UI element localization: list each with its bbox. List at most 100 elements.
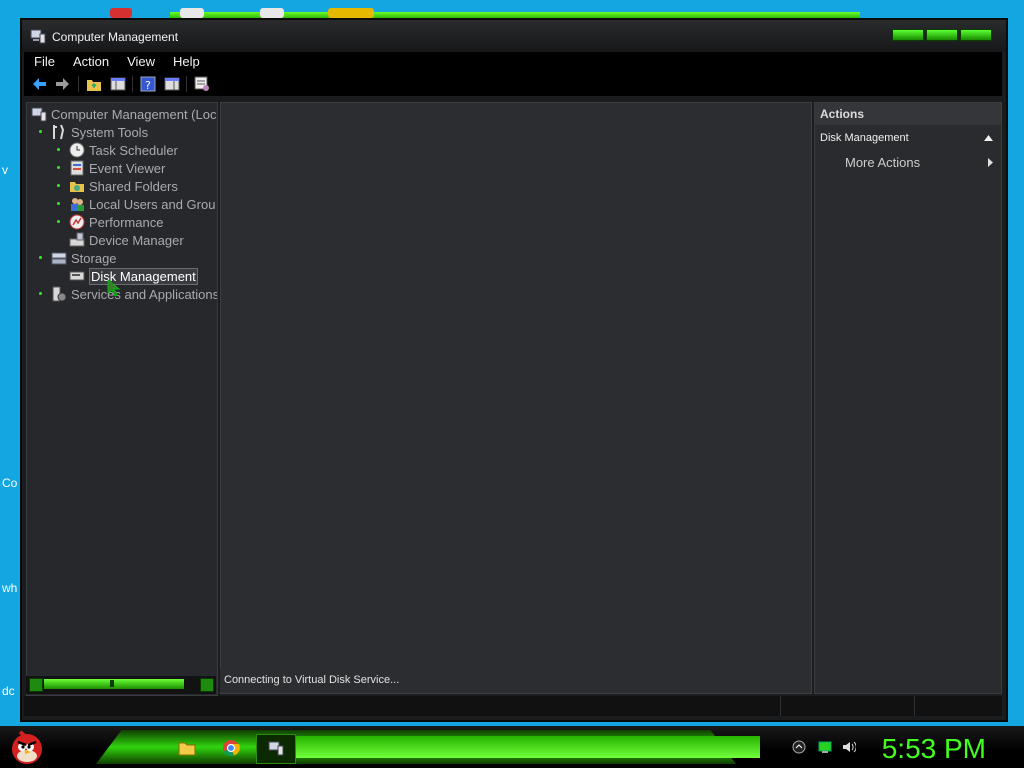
chevron-right-icon[interactable] xyxy=(988,158,993,167)
file-explorer-icon[interactable] xyxy=(178,740,196,756)
mouse-cursor-icon xyxy=(107,279,121,297)
svg-text:?: ? xyxy=(145,79,151,92)
tree-label: Computer Management (Loc xyxy=(51,106,217,122)
menu-help[interactable]: Help xyxy=(163,52,208,72)
expand-bullet[interactable] xyxy=(39,256,42,259)
title-bar[interactable]: Computer Management xyxy=(22,20,1006,52)
tree-label: Device Manager xyxy=(89,232,184,248)
expand-bullet[interactable] xyxy=(57,166,60,169)
properties-icon[interactable] xyxy=(194,76,210,92)
status-text: Connecting to Virtual Disk Service... xyxy=(224,674,400,686)
scroll-left-button[interactable] xyxy=(29,678,43,692)
menu-view[interactable]: View xyxy=(117,52,163,72)
console-tree-pane[interactable]: Computer Management (Loc System Tools Ta… xyxy=(26,102,218,696)
shared-folder-icon xyxy=(70,182,84,192)
expand-bullet[interactable] xyxy=(57,148,60,151)
desktop-label-fragment: dc xyxy=(2,684,15,698)
computer-management-icon xyxy=(31,107,47,122)
tree-item-services-and-applications[interactable]: Services and Applications xyxy=(51,285,218,303)
actions-header: Actions xyxy=(815,103,1001,125)
expand-bullet[interactable] xyxy=(57,202,60,205)
tree-label: Services and Applications xyxy=(71,286,218,302)
event-viewer-icon xyxy=(70,160,84,176)
scroll-track[interactable] xyxy=(44,679,184,689)
back-arrow-icon[interactable] xyxy=(32,76,48,92)
tree-item-shared-folders[interactable]: Shared Folders xyxy=(69,177,178,195)
menu-bar: File Action View Help xyxy=(24,52,1002,72)
disk-management-content-pane[interactable] xyxy=(220,102,812,694)
tree-item-device-manager[interactable]: Device Manager xyxy=(69,231,184,249)
tree-label: Shared Folders xyxy=(89,178,178,194)
toolbar: ? xyxy=(24,72,1002,96)
maximize-button[interactable] xyxy=(926,29,958,41)
tree-label: Task Scheduler xyxy=(89,142,178,158)
device-manager-icon xyxy=(69,232,85,247)
up-folder-icon[interactable] xyxy=(86,76,102,92)
taskbar-green-highlight xyxy=(290,736,760,758)
window-status-bar xyxy=(24,696,1002,716)
tree-label: System Tools xyxy=(71,124,149,140)
desktop-top-strip xyxy=(0,0,1024,20)
menu-file[interactable]: File xyxy=(24,52,63,72)
volume-icon[interactable] xyxy=(842,740,856,754)
expand-bullet[interactable] xyxy=(57,220,60,223)
actions-pane: Actions Disk Management More Actions xyxy=(814,102,1002,694)
tree-label: Local Users and Grou xyxy=(89,196,216,212)
toolbar-separator xyxy=(186,76,187,92)
computer-management-icon xyxy=(30,29,46,44)
forward-arrow-icon[interactable] xyxy=(54,76,70,92)
desktop-icon-white-2[interactable] xyxy=(260,8,284,18)
tree-item-system-tools[interactable]: System Tools xyxy=(51,123,148,141)
tree-item-disk-management[interactable]: Disk Management xyxy=(69,267,198,285)
tree-label: Event Viewer xyxy=(89,160,166,176)
desktop-label-fragment: wh xyxy=(2,581,18,595)
network-icon[interactable] xyxy=(818,740,832,754)
performance-icon xyxy=(69,214,85,230)
tree-item-event-viewer[interactable]: Event Viewer xyxy=(69,159,165,177)
users-icon xyxy=(71,198,84,211)
scroll-right-button[interactable] xyxy=(200,678,214,692)
tree-item-storage[interactable]: Storage xyxy=(51,249,117,267)
tree-item-local-users[interactable]: Local Users and Grou xyxy=(69,195,215,213)
window-controls xyxy=(892,29,992,41)
desktop-icon-yellow[interactable] xyxy=(328,8,374,18)
window-title: Computer Management xyxy=(52,30,179,44)
tools-icon xyxy=(53,124,65,140)
desktop-icon-red[interactable] xyxy=(110,8,132,18)
menu-action[interactable]: Action xyxy=(63,52,117,72)
computer-management-icon xyxy=(268,741,284,756)
desktop-icon-white[interactable] xyxy=(180,8,204,18)
toolbar-separator xyxy=(132,76,133,92)
taskbar-clock[interactable]: 5:53 PM xyxy=(882,733,986,765)
tree-label: Disk Management xyxy=(89,267,198,285)
desktop-label-fragment: v xyxy=(2,163,8,177)
storage-icon xyxy=(51,252,67,265)
status-divider xyxy=(780,696,781,716)
tree-label: Performance xyxy=(89,214,164,230)
expand-bullet[interactable] xyxy=(39,292,42,295)
tree-item-performance[interactable]: Performance xyxy=(69,213,163,231)
close-button[interactable] xyxy=(960,29,992,41)
expand-bullet[interactable] xyxy=(57,184,60,187)
tree-root-computer-management[interactable]: Computer Management (Loc xyxy=(31,105,216,123)
show-hide-action-pane-icon[interactable] xyxy=(164,76,180,92)
help-icon[interactable]: ? xyxy=(140,76,156,92)
minimize-button[interactable] xyxy=(892,29,924,41)
expand-bullet[interactable] xyxy=(39,130,42,133)
actions-section-disk-management[interactable]: Disk Management xyxy=(815,127,1001,149)
actions-section-label: Disk Management xyxy=(820,132,909,144)
desktop-label-fragment: Co xyxy=(2,476,18,490)
computer-management-window: Computer Management File Action View Hel… xyxy=(20,18,1008,722)
status-divider xyxy=(914,696,915,716)
tree-item-task-scheduler[interactable]: Task Scheduler xyxy=(69,141,178,159)
show-hide-console-tree-icon[interactable] xyxy=(110,76,126,92)
tree-horizontal-scrollbar[interactable] xyxy=(26,676,216,694)
start-button-angry-bird-icon[interactable] xyxy=(8,728,46,766)
tray-up-arrow-icon[interactable] xyxy=(792,740,806,754)
collapse-up-icon[interactable] xyxy=(984,135,993,141)
more-actions-link[interactable]: More Actions xyxy=(845,155,920,170)
taskbar-computer-management-button[interactable] xyxy=(256,734,296,764)
chrome-browser-icon[interactable] xyxy=(222,739,240,757)
scroll-thumb[interactable] xyxy=(110,680,114,687)
content-status-bar: Connecting to Virtual Disk Service... xyxy=(220,668,806,692)
